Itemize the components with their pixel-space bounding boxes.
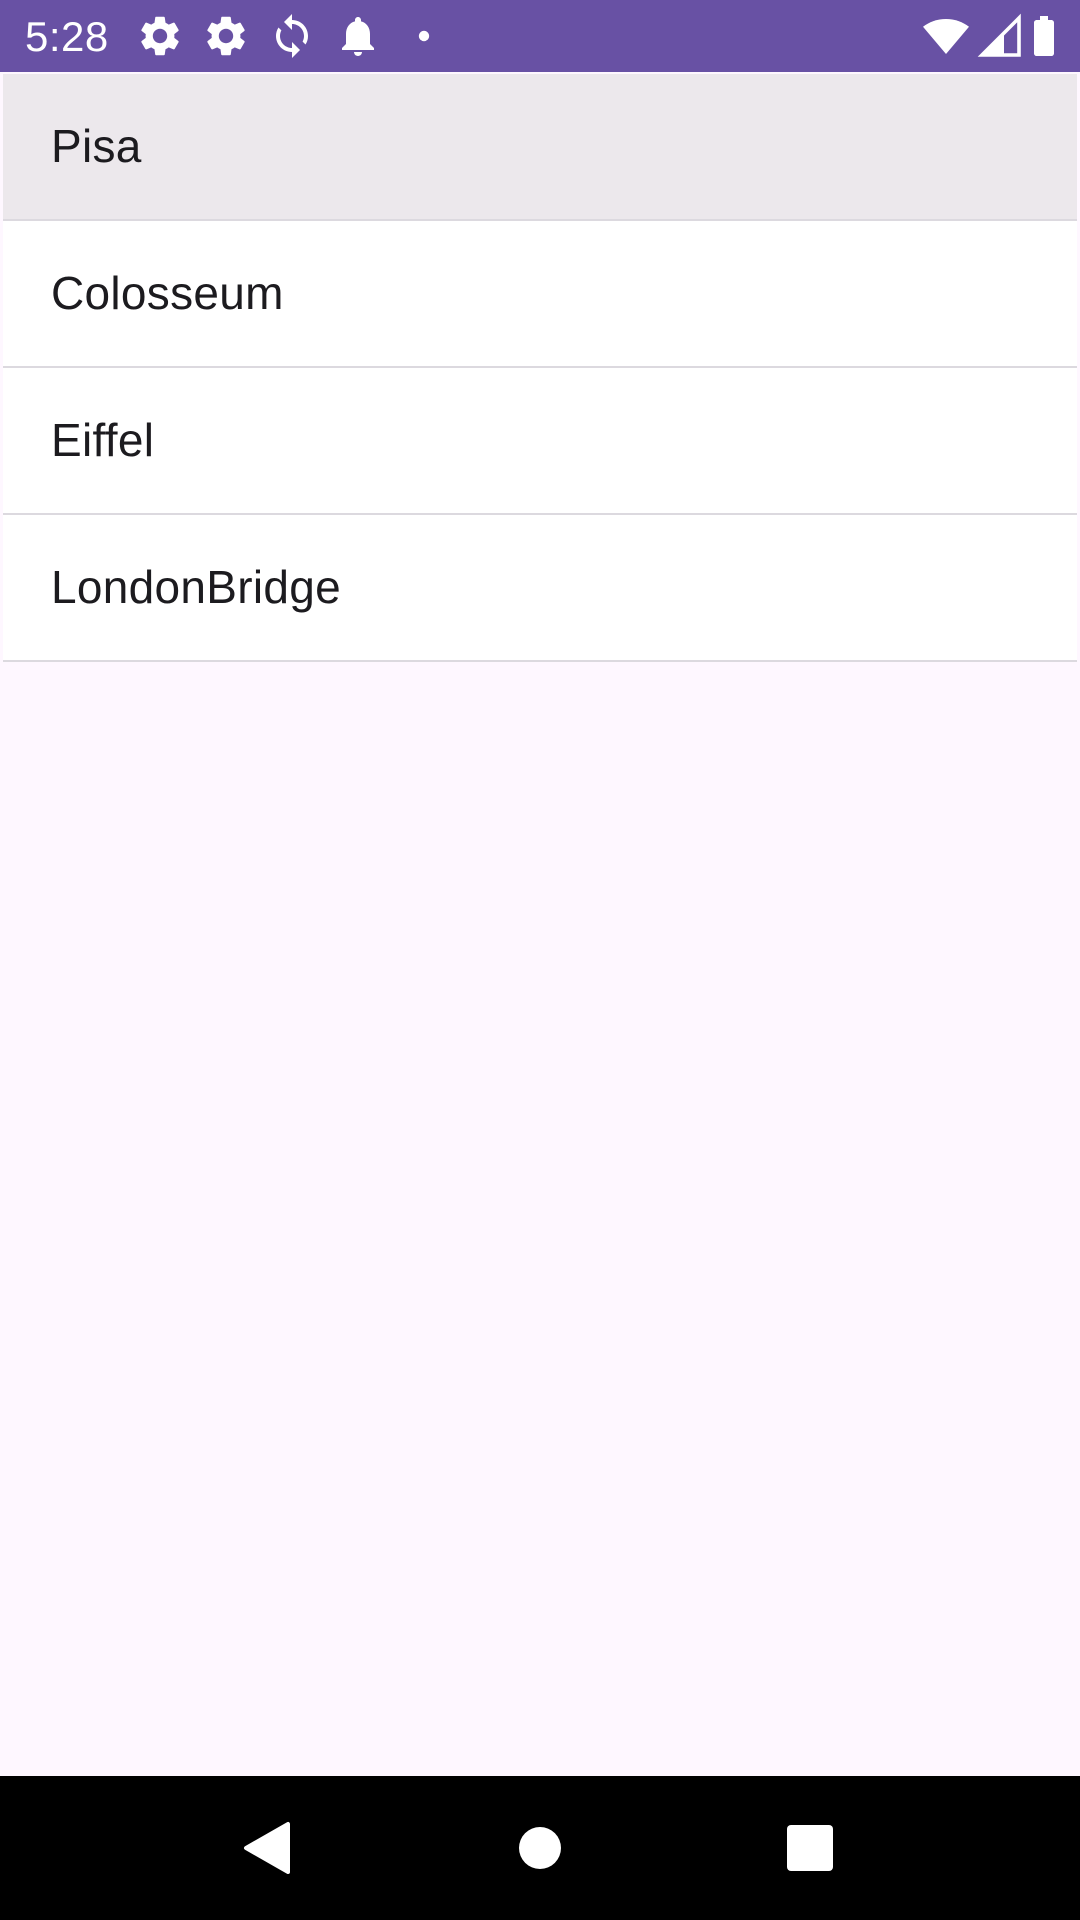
list-item-pisa[interactable]: Pisa	[3, 74, 1077, 221]
wifi-icon	[922, 12, 970, 60]
dot-icon	[400, 12, 448, 60]
battery-icon	[1020, 12, 1068, 60]
notification-bell-icon	[334, 12, 382, 60]
list-item-londonbridge[interactable]: LondonBridge	[3, 515, 1077, 662]
sync-icon	[268, 12, 316, 60]
home-icon[interactable]	[492, 1800, 588, 1896]
settings-icon	[202, 12, 250, 60]
list-item-label: Pisa	[51, 120, 142, 172]
cell-signal-icon	[976, 12, 1024, 60]
settings-icon	[136, 12, 184, 60]
back-icon[interactable]	[218, 1800, 314, 1896]
list-item-label: LondonBridge	[51, 561, 342, 613]
status-bar: 5:28	[0, 0, 1080, 72]
list-item-eiffel[interactable]: Eiffel	[3, 368, 1077, 515]
status-time: 5:28	[25, 13, 109, 60]
list-item-label: Eiffel	[51, 414, 155, 466]
list-item-label: Colosseum	[51, 267, 284, 319]
list-item-colosseum[interactable]: Colosseum	[3, 221, 1077, 368]
landmark-list: Pisa Colosseum Eiffel LondonBridge	[3, 74, 1077, 662]
navigation-bar	[0, 1776, 1080, 1920]
recents-icon[interactable]	[762, 1800, 858, 1896]
